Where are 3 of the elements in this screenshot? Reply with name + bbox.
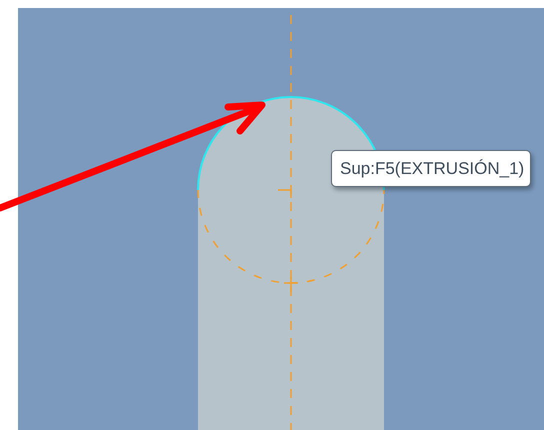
tooltip: Sup:F5(EXTRUSIÓN_1) (331, 150, 532, 187)
center-mark (278, 189, 292, 198)
center-mark (283, 276, 299, 293)
